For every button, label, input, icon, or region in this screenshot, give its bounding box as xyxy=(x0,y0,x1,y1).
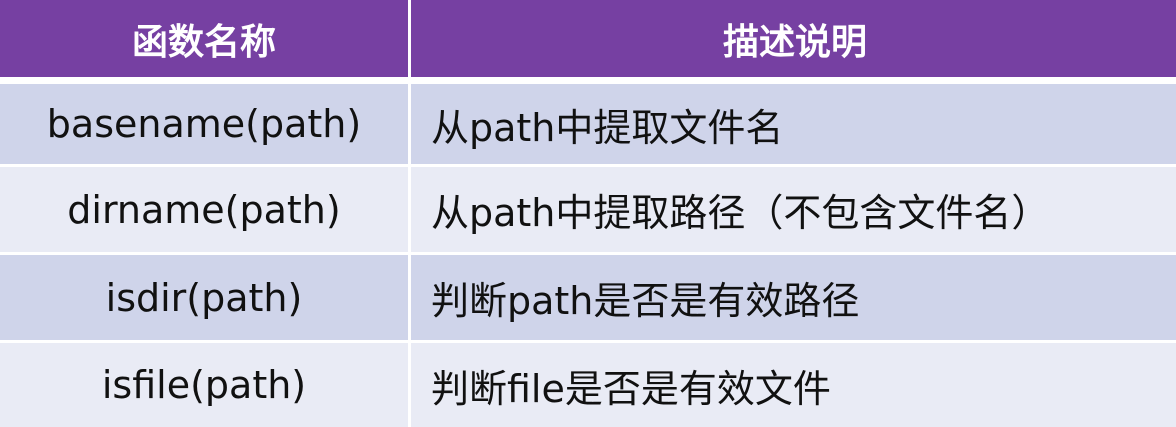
cell-function: isdir(path) xyxy=(0,255,408,340)
cell-function: isfile(path) xyxy=(0,343,408,427)
header-description: 描述说明 xyxy=(411,0,1176,77)
cell-function: dirname(path) xyxy=(0,167,408,252)
header-function-name: 函数名称 xyxy=(0,0,408,77)
cell-description: 从path中提取路径（不包含文件名） xyxy=(411,167,1176,252)
cell-function: basename(path) xyxy=(0,84,408,164)
function-table: 函数名称 描述说明 basename(path) 从path中提取文件名 dir… xyxy=(0,0,1176,427)
cell-description: 判断path是否是有效路径 xyxy=(411,255,1176,340)
cell-description: 从path中提取文件名 xyxy=(411,84,1176,164)
cell-description: 判断file是否是有效文件 xyxy=(411,343,1176,427)
